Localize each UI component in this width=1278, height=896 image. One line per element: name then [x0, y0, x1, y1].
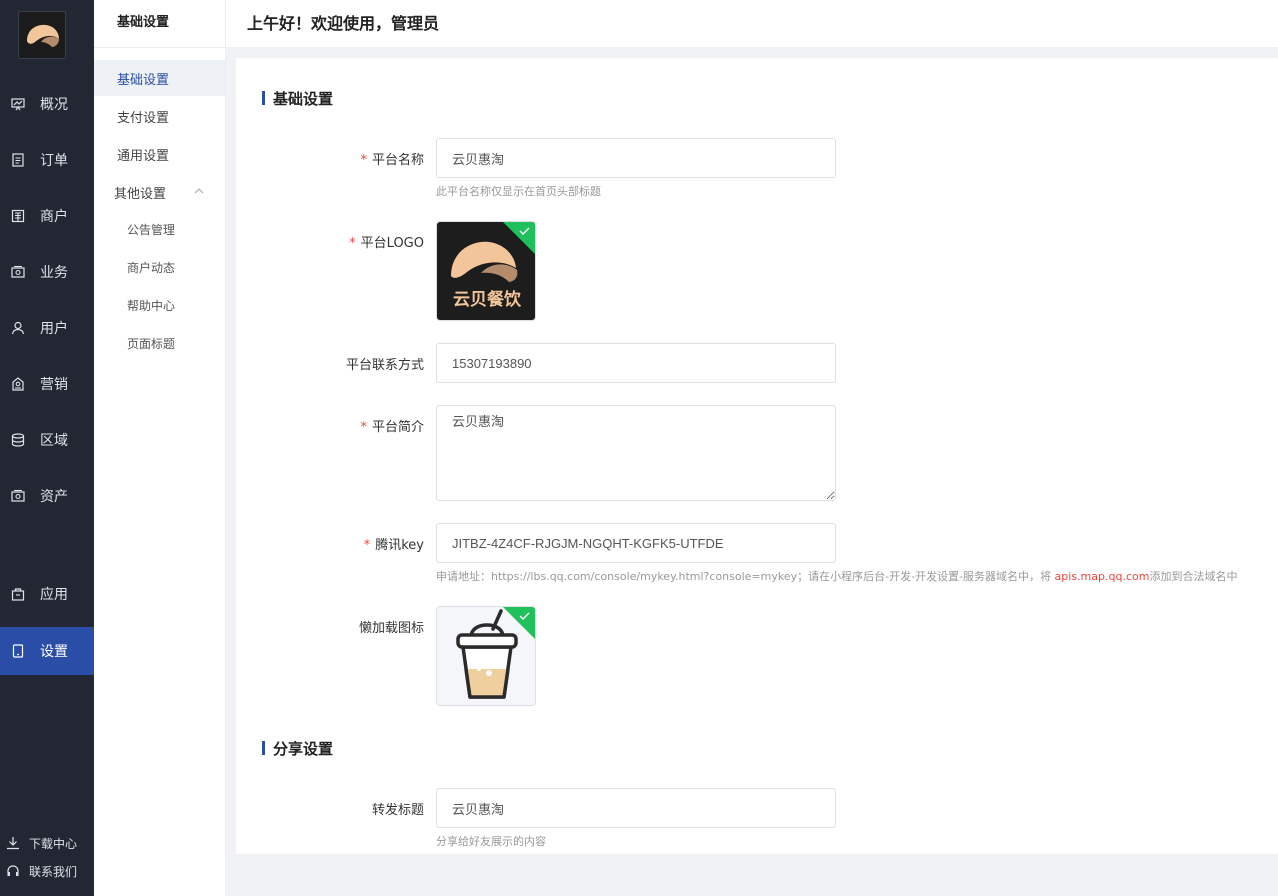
- platform-intro-textarea[interactable]: 云贝惠淘: [436, 405, 836, 501]
- nav-label: 用户: [40, 321, 68, 337]
- nav-label: 应用: [40, 587, 68, 603]
- chevron-up-icon: [194, 188, 204, 194]
- business-icon: [11, 265, 25, 278]
- subnav-item-payment[interactable]: 支付设置: [94, 98, 225, 134]
- subnav-item-label: 公告管理: [127, 222, 176, 237]
- user-icon: [11, 321, 25, 335]
- nav-label: 概况: [40, 97, 68, 113]
- subnav-group-other[interactable]: 其他设置: [94, 174, 225, 210]
- app-logo[interactable]: [18, 11, 66, 59]
- nav-label: 营销: [40, 377, 68, 393]
- nav-item-users[interactable]: 用户: [0, 304, 94, 352]
- welcome-greeting: 上午好！欢迎使用，管理员: [247, 14, 440, 33]
- share-title-hint: 分享给好友展示的内容: [436, 835, 546, 848]
- required-mark: *: [349, 236, 356, 251]
- tencent-key-hint: 申请地址：https://lbs.qq.com/console/mykey.ht…: [436, 570, 1238, 583]
- nav-item-marketing[interactable]: 营销: [0, 360, 94, 408]
- subnav-title: 基础设置: [117, 15, 170, 30]
- subnav-item-page-titles[interactable]: 页面标题: [94, 326, 225, 360]
- nav-item-orders[interactable]: 订单: [0, 136, 94, 184]
- share-title-input[interactable]: [436, 788, 836, 828]
- platform-name-input[interactable]: [436, 138, 836, 178]
- subnav-item-announcements[interactable]: 公告管理: [94, 212, 225, 246]
- download-center-label: 下载中心: [29, 836, 78, 851]
- subnav-item-label: 支付设置: [117, 110, 170, 126]
- platform-intro-label: * 平台简介: [360, 420, 424, 435]
- nav-label: 区域: [40, 433, 68, 449]
- domain-highlight: apis.map.qq.com: [1054, 570, 1150, 583]
- subnav-item-label: 页面标题: [127, 336, 176, 351]
- download-icon: [7, 837, 19, 850]
- bag-icon: [11, 588, 25, 601]
- nav-item-assets[interactable]: 资产: [0, 472, 94, 520]
- tencent-key-label: * 腾讯key: [363, 538, 424, 553]
- nav-item-merchants[interactable]: 商户: [0, 192, 94, 240]
- platform-contact-label: 平台联系方式: [345, 358, 424, 373]
- subnav-group-label: 其他设置: [114, 186, 167, 202]
- section-title-basic: 基础设置: [262, 88, 333, 109]
- platform-name-label: * 平台名称: [360, 153, 424, 168]
- tablet-icon: [12, 644, 24, 658]
- nav-item-apps[interactable]: 应用: [0, 570, 94, 618]
- nav-item-region[interactable]: 区域: [0, 416, 94, 464]
- platform-contact-input[interactable]: [436, 343, 836, 383]
- settings-subnav: 基础设置 基础设置 支付设置 通用设置 其他设置 公告管理 商户动态 帮助中心 …: [94, 0, 226, 896]
- uploaded-badge-icon: [503, 222, 535, 254]
- platform-logo-upload[interactable]: 云贝餐饮: [436, 221, 536, 321]
- nav-item-business[interactable]: 业务: [0, 248, 94, 296]
- platform-name-hint: 此平台名称仅显示在首页头部标题: [436, 185, 601, 198]
- nav-label: 业务: [40, 265, 68, 281]
- logo-text: 云贝餐饮: [453, 289, 522, 310]
- subnav-item-help-center[interactable]: 帮助中心: [94, 288, 225, 322]
- marketing-icon: [12, 377, 24, 391]
- contact-us-link[interactable]: 联系我们: [0, 859, 94, 883]
- contact-us-label: 联系我们: [29, 864, 78, 879]
- subnav-item-general[interactable]: 通用设置: [94, 136, 225, 172]
- platform-logo-label: * 平台LOGO: [349, 236, 424, 251]
- top-header: 上午好！欢迎使用，管理员: [226, 0, 1278, 47]
- required-mark: *: [363, 538, 371, 553]
- download-center-link[interactable]: 下载中心: [0, 831, 94, 855]
- merchant-icon: [11, 209, 25, 223]
- section-title-share: 分享设置: [262, 738, 333, 759]
- nav-label: 资产: [40, 489, 68, 505]
- subnav-item-label: 基础设置: [117, 72, 170, 88]
- database-icon: [11, 433, 25, 447]
- nav-item-overview[interactable]: 概况: [0, 80, 94, 128]
- divider: [94, 47, 225, 48]
- required-mark: *: [360, 153, 367, 168]
- required-mark: *: [360, 420, 367, 435]
- wallet-icon: [11, 489, 25, 502]
- headset-icon: [7, 865, 19, 876]
- nav-label: 商户: [40, 209, 68, 225]
- order-icon: [12, 153, 24, 167]
- nav-label: 订单: [40, 153, 68, 169]
- uploaded-badge-icon: [503, 607, 535, 639]
- main-sidebar: 概况 订单 商户 业务 用户 营销 区域 资产 应用 设置 下载中心 联系我们: [0, 0, 94, 896]
- lazy-icon-label: 懒加载图标: [358, 621, 424, 636]
- nav-item-settings[interactable]: 设置: [0, 627, 94, 675]
- nav-label: 设置: [40, 644, 68, 660]
- share-title-label: 转发标题: [371, 803, 424, 818]
- lazy-icon-upload[interactable]: [436, 606, 536, 706]
- settings-form-card: 基础设置 *平台名称 此平台名称仅显示在首页头部标题 *平台LOGO 云贝餐饮 …: [236, 58, 1278, 854]
- subnav-item-label: 帮助中心: [127, 298, 176, 313]
- dashboard-icon: [11, 98, 25, 111]
- subnav-item-label: 通用设置: [117, 148, 170, 164]
- subnav-item-basic[interactable]: 基础设置: [94, 60, 225, 96]
- subnav-item-label: 商户动态: [127, 260, 176, 275]
- subnav-item-merchant-news[interactable]: 商户动态: [94, 250, 225, 284]
- tencent-key-input[interactable]: [436, 523, 836, 563]
